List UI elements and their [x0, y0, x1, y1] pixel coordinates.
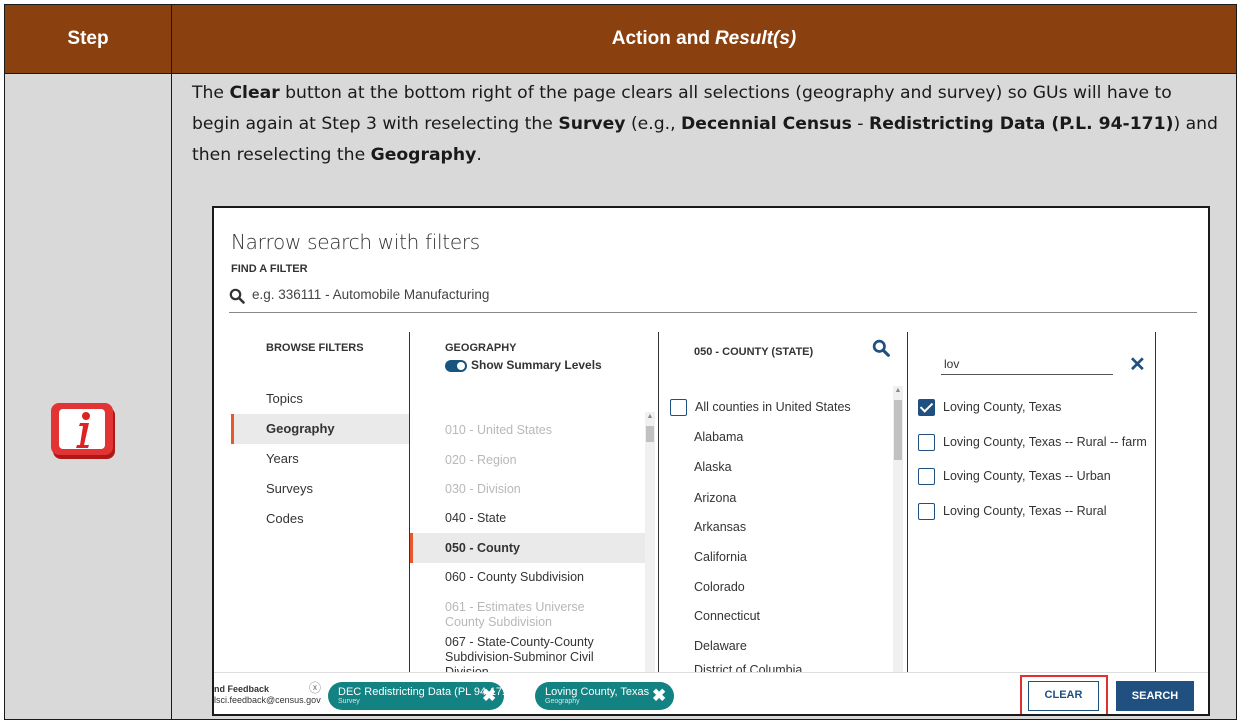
search-icon — [229, 288, 245, 304]
county-scrollbar[interactable]: ▲ — [893, 386, 903, 672]
geo-item-040[interactable]: 040 - State — [410, 511, 646, 526]
result-checkbox[interactable] — [918, 434, 935, 451]
header-action-label: Action and — [611, 28, 710, 49]
scroll-up-icon[interactable]: ▲ — [645, 412, 655, 422]
geography-search-field[interactable]: lov — [941, 357, 1113, 375]
browse-filters-heading: BROWSE FILTERS — [266, 342, 364, 354]
browse-item-topics[interactable]: Topics — [231, 384, 409, 414]
county-item-alabama[interactable]: Alabama — [694, 430, 743, 444]
feedback-link[interactable]: nd Feedback lsci.feedback@census.gov — [214, 684, 321, 706]
header-action: Action and Result(s) — [172, 5, 1236, 73]
county-item-colorado[interactable]: Colorado — [694, 580, 745, 594]
county-item-delaware[interactable]: Delaware — [694, 639, 747, 653]
all-counties-checkbox[interactable] — [670, 399, 687, 416]
results-column: lov ✕ Loving County, Texas Loving County… — [908, 332, 1156, 672]
instruction-paragraph: The Clear button at the bottom right of … — [192, 83, 1218, 165]
geo-item-010[interactable]: 010 - United States — [410, 423, 646, 438]
find-filter-label: FIND A FILTER — [231, 263, 308, 275]
result-item-loving-county[interactable]: Loving County, Texas — [943, 400, 1061, 414]
search-placeholder: e.g. 336111 - Automobile Manufacturing — [252, 287, 490, 302]
result-item-urban[interactable]: Loving County, Texas -- Urban — [943, 469, 1111, 483]
summary-levels-label: Show Summary Levels — [471, 358, 602, 372]
filter-search-input[interactable]: e.g. 336111 - Automobile Manufacturing — [229, 286, 1197, 313]
panel-title: Narrow search with filters — [231, 230, 480, 254]
county-item-arizona[interactable]: Arizona — [694, 491, 736, 505]
column-divider — [1155, 332, 1156, 672]
county-search-icon[interactable] — [872, 339, 890, 357]
pill-title: Loving County, Texas — [545, 686, 650, 698]
county-item-california[interactable]: California — [694, 550, 747, 564]
result-checkbox-checked[interactable] — [918, 399, 935, 416]
pill-subtitle: Geography — [545, 698, 580, 705]
search-button[interactable]: SEARCH — [1116, 681, 1194, 711]
filter-panel-screenshot: Narrow search with filters FIND A FILTER… — [212, 206, 1210, 716]
remove-pill-icon[interactable]: ✖ — [652, 686, 666, 706]
table-header: Step Action and Result(s) — [5, 5, 1236, 73]
browse-filters-column: BROWSE FILTERS Topics Geography Years Su… — [231, 332, 409, 672]
remove-pill-icon[interactable]: ✖ — [482, 686, 496, 706]
all-counties-label[interactable]: All counties in United States — [695, 400, 851, 414]
clear-button[interactable]: CLEAR — [1028, 681, 1099, 711]
geography-heading: GEOGRAPHY — [445, 342, 517, 354]
geography-scrollbar[interactable]: ▲ — [645, 412, 655, 672]
feedback-close-icon[interactable]: ⓧ — [309, 679, 321, 696]
survey-filter-pill[interactable]: DEC Redistricting Data (PL 94-171) Surve… — [328, 682, 512, 710]
result-item-rural[interactable]: Loving County, Texas -- Rural — [943, 504, 1107, 518]
geo-item-020[interactable]: 020 - Region — [410, 453, 646, 468]
county-heading: 050 - COUNTY (STATE) — [694, 346, 814, 358]
feedback-email: lsci.feedback@census.gov — [214, 695, 321, 705]
feedback-title: nd Feedback — [214, 684, 270, 694]
browse-item-geography[interactable]: Geography — [231, 414, 409, 444]
result-checkbox[interactable] — [918, 503, 935, 520]
geography-column: GEOGRAPHY Show Summary Levels 010 - Unit… — [410, 332, 658, 679]
geo-item-050[interactable]: 050 - County — [410, 533, 646, 563]
clear-search-icon[interactable]: ✕ — [1129, 352, 1146, 377]
county-column: 050 - COUNTY (STATE) All counties in Uni… — [659, 332, 907, 677]
browse-item-surveys[interactable]: Surveys — [231, 474, 409, 504]
scrollbar-thumb[interactable] — [894, 400, 902, 460]
result-item-rural-farm[interactable]: Loving County, Texas -- Rural -- farm — [943, 435, 1147, 449]
step-cell — [5, 74, 172, 719]
scroll-up-icon[interactable]: ▲ — [893, 386, 903, 396]
summary-levels-toggle[interactable] — [445, 360, 467, 372]
county-item-alaska[interactable]: Alaska — [694, 460, 732, 474]
geo-item-060[interactable]: 060 - County Subdivision — [410, 570, 646, 585]
info-icon — [51, 403, 115, 459]
scrollbar-thumb[interactable] — [646, 426, 654, 442]
header-step: Step — [5, 5, 172, 73]
geography-filter-pill[interactable]: Loving County, Texas Geography ✖ — [535, 682, 674, 710]
result-checkbox[interactable] — [918, 468, 935, 485]
browse-item-codes[interactable]: Codes — [231, 504, 409, 534]
pill-subtitle: Survey — [338, 698, 360, 705]
browse-item-years[interactable]: Years — [231, 444, 409, 474]
header-result-label: Result(s) — [714, 28, 797, 49]
county-item-arkansas[interactable]: Arkansas — [694, 520, 746, 534]
county-item-connecticut[interactable]: Connecticut — [694, 609, 760, 623]
geo-item-030[interactable]: 030 - Division — [410, 482, 646, 497]
selection-bar: nd Feedback lsci.feedback@census.gov ⓧ DE… — [214, 672, 1208, 714]
geo-item-061[interactable]: 061 - Estimates Universe County Subdivis… — [410, 600, 625, 630]
